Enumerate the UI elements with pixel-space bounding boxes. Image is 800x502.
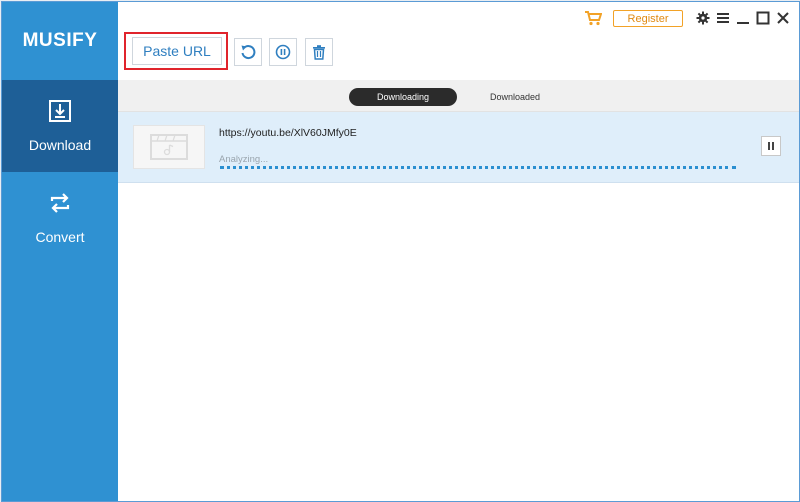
download-row[interactable]: https://youtu.be/XlV60JMfy0E Analyzing..… (118, 112, 799, 183)
convert-icon (50, 193, 70, 213)
toolbar: Paste URL Register (118, 2, 799, 80)
video-thumbnail (133, 125, 205, 169)
menu-icon[interactable] (716, 11, 730, 25)
download-icon (49, 100, 71, 122)
app-window: MUSIFY Download Convert Paste URL Regist… (1, 1, 800, 502)
app-logo: MUSIFY (22, 30, 98, 51)
refresh-button[interactable] (234, 38, 262, 66)
tabs-bar: Downloading Downloaded (118, 80, 799, 112)
delete-button[interactable] (305, 38, 333, 66)
delete-icon (313, 45, 325, 60)
minimize-icon[interactable] (736, 11, 750, 25)
tab-downloaded[interactable]: Downloaded (466, 88, 564, 106)
cart-icon[interactable] (584, 10, 602, 26)
sidebar-item-download[interactable]: Download (2, 80, 118, 172)
register-button[interactable]: Register (613, 10, 683, 27)
tab-downloading[interactable]: Downloading (349, 88, 457, 106)
video-placeholder-icon (150, 134, 188, 160)
sidebar-item-label: Download (28, 137, 92, 153)
sidebar-item-convert[interactable]: Convert (2, 172, 118, 264)
gear-icon[interactable] (696, 11, 710, 25)
pause-all-icon (275, 44, 291, 60)
maximize-icon[interactable] (756, 11, 770, 25)
paste-url-highlight: Paste URL (124, 32, 228, 70)
sidebar: MUSIFY Download Convert (2, 2, 118, 501)
download-url: https://youtu.be/XlV60JMfy0E (219, 127, 357, 139)
pause-button[interactable] (761, 136, 781, 156)
pause-icon (768, 142, 774, 150)
sidebar-item-label: Convert (35, 229, 85, 245)
main-panel: Paste URL Register Downloading Downloade… (118, 2, 799, 501)
refresh-icon (241, 45, 256, 60)
download-status: Analyzing... (219, 154, 269, 165)
paste-url-button[interactable]: Paste URL (132, 37, 222, 65)
progress-bar (220, 166, 736, 169)
close-icon[interactable] (776, 11, 790, 25)
pause-all-button[interactable] (269, 38, 297, 66)
